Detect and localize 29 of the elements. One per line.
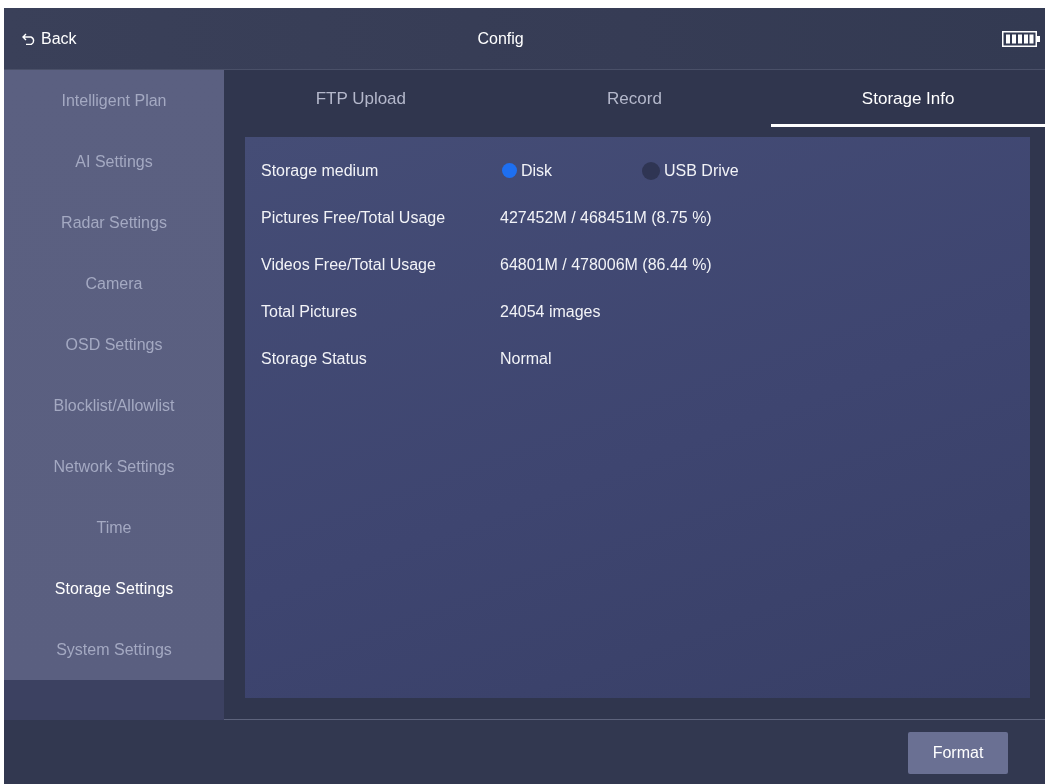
back-arrow-icon [22, 32, 36, 45]
field-label: Storage Status [261, 349, 368, 368]
sidebar-item[interactable]: Blocklist/Allowlist [4, 375, 224, 436]
tab[interactable]: Record [497, 70, 772, 127]
sidebar-item[interactable]: Radar Settings [4, 192, 224, 253]
window-title: Config [477, 29, 524, 48]
sidebar-item[interactable]: Intelligent Plan [4, 70, 224, 131]
battery-icon [1002, 30, 1040, 47]
tab[interactable]: FTP Upload [224, 70, 498, 127]
sidebar-item[interactable]: AI Settings [4, 131, 224, 192]
format-button[interactable]: Format [908, 732, 1008, 774]
sidebar-item[interactable]: System Settings [4, 619, 224, 680]
back-button[interactable]: Back [22, 27, 77, 50]
sidebar-item[interactable]: Network Settings [4, 436, 224, 497]
field-value: Normal [500, 349, 552, 368]
field-label: Storage medium [261, 161, 380, 180]
radio-option[interactable]: Disk [502, 161, 642, 180]
field-value: 24054 images [500, 302, 601, 321]
field-label: Total Pictures [261, 302, 359, 321]
sidebar-item[interactable]: Camera [4, 253, 224, 314]
field-value: 427452M / 468451M (8.75 %) [500, 208, 712, 227]
tab[interactable]: Storage Info [771, 70, 1045, 127]
sidebar-item[interactable]: OSD Settings [4, 314, 224, 375]
sidebar-item[interactable]: Time [4, 497, 224, 558]
sidebar-item[interactable]: Storage Settings [4, 558, 224, 619]
radio-option[interactable]: USB Drive [642, 161, 782, 180]
field-label: Pictures Free/Total Usage [261, 208, 447, 227]
field-label: Videos Free/Total Usage [261, 255, 437, 274]
field-value: 64801M / 478006M (86.44 %) [500, 255, 712, 274]
